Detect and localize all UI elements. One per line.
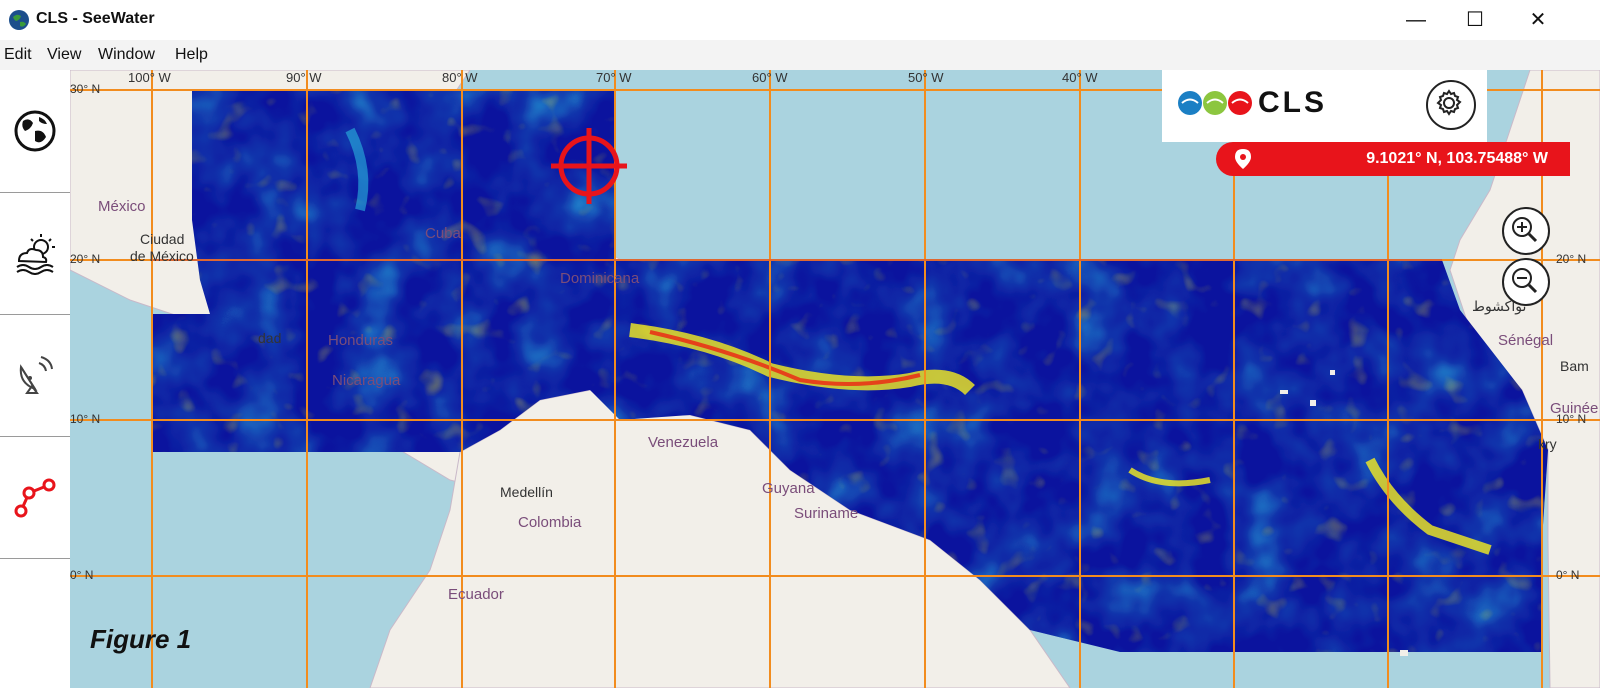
place-guyana: Guyana bbox=[762, 480, 815, 497]
app-globe-icon bbox=[9, 10, 29, 30]
zoom-in-icon bbox=[1512, 217, 1538, 243]
lon-label: 40° W bbox=[1062, 70, 1098, 85]
place-suriname: Suriname bbox=[794, 505, 859, 522]
close-button[interactable]: ✕ bbox=[1520, 6, 1556, 34]
place-colombia: Colombia bbox=[518, 514, 582, 531]
sidebar-item-satellite[interactable] bbox=[0, 314, 70, 437]
place-bamako: Bam bbox=[1560, 358, 1589, 374]
place-de-mexico: de México bbox=[130, 248, 194, 264]
place-ciudad: Ciudad bbox=[140, 231, 185, 247]
lat-label: 30° N bbox=[70, 82, 101, 96]
place-honduras: Honduras bbox=[328, 332, 394, 349]
zoom-out-button[interactable] bbox=[1502, 258, 1550, 306]
place-venezuela: Venezuela bbox=[648, 434, 719, 451]
lat-label: 20° N bbox=[70, 252, 101, 266]
window-title: CLS - SeeWater bbox=[36, 10, 155, 27]
menu-window[interactable]: Window bbox=[98, 46, 155, 64]
lon-label: 90° W bbox=[286, 70, 322, 85]
place-conakry: kry bbox=[1538, 436, 1557, 452]
minimize-icon: — bbox=[1406, 9, 1426, 31]
menu-view[interactable]: View bbox=[47, 46, 81, 64]
menu-edit[interactable]: Edit bbox=[4, 46, 32, 64]
sidebar-item-globe[interactable] bbox=[0, 70, 70, 193]
lon-label: 60° W bbox=[752, 70, 788, 85]
place-nicaragua: Nicaragua bbox=[332, 372, 401, 389]
minimize-button[interactable]: — bbox=[1398, 6, 1434, 34]
globe-icon bbox=[14, 110, 56, 152]
cls-logo-icon bbox=[1178, 91, 1252, 115]
place-medellin: Medellín bbox=[500, 484, 553, 500]
place-mexico: México bbox=[98, 198, 146, 215]
sidebar-item-weather[interactable] bbox=[0, 192, 70, 315]
maximize-button[interactable]: ☐ bbox=[1457, 6, 1493, 34]
lon-label: 50° W bbox=[908, 70, 944, 85]
close-icon: ✕ bbox=[1529, 9, 1547, 31]
lat-label: 10° N bbox=[70, 412, 101, 426]
tool-sidebar bbox=[0, 70, 71, 688]
location-pin-icon bbox=[1235, 149, 1251, 169]
title-bar: CLS - SeeWater — ☐ ✕ bbox=[0, 0, 1600, 40]
menu-bar: Edit View Window Help bbox=[0, 40, 1600, 70]
lon-label: 100° W bbox=[128, 70, 171, 85]
settings-button[interactable] bbox=[1426, 80, 1476, 130]
figure-label: Figure 1 bbox=[90, 624, 192, 654]
place-dominicana: Dominicana bbox=[560, 270, 640, 287]
zoom-out-icon bbox=[1512, 268, 1538, 294]
weather-icon bbox=[16, 234, 55, 275]
place-guinee: Guinée bbox=[1550, 400, 1599, 417]
route-icon bbox=[14, 478, 56, 518]
gear-icon bbox=[1436, 89, 1462, 116]
cls-logo-text: CLS bbox=[1258, 86, 1327, 119]
lon-label: 80° W bbox=[442, 70, 478, 85]
zoom-in-button[interactable] bbox=[1502, 207, 1550, 255]
place-cuba: Cuba bbox=[425, 225, 461, 242]
coordinate-readout: 9.1021° N, 103.75488° W bbox=[1216, 142, 1570, 176]
coordinate-value: 9.1021° N, 103.75488° W bbox=[1366, 150, 1548, 167]
menu-help[interactable]: Help bbox=[175, 46, 208, 64]
place-ecuador: Ecuador bbox=[448, 586, 504, 603]
place-senegal: Sénégal bbox=[1498, 332, 1554, 349]
lat-label: 0° N bbox=[70, 568, 94, 582]
satellite-dish-icon bbox=[19, 356, 53, 394]
lon-label: 70° W bbox=[596, 70, 632, 85]
lat-label: 20° N bbox=[1556, 252, 1587, 266]
place-ciudad-partial: dad bbox=[258, 330, 282, 346]
sidebar-item-route[interactable] bbox=[0, 436, 70, 559]
lat-label: 0° N bbox=[1556, 568, 1580, 582]
maximize-icon: ☐ bbox=[1466, 9, 1484, 31]
